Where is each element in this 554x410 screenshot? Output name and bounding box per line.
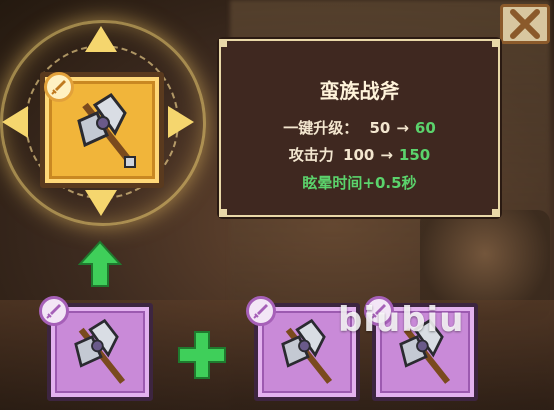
panel-corner (219, 209, 227, 217)
glow-arrow-down-icon (85, 190, 117, 216)
panel-corner (219, 39, 227, 47)
upgrade-arrow-icon (78, 240, 122, 287)
plus-icon (178, 331, 226, 379)
sword-icon (253, 304, 268, 319)
glow-arrow-up-icon (85, 26, 117, 52)
weapon-type-badge (44, 72, 74, 102)
panel-corner (492, 39, 500, 47)
panel-corner (492, 209, 500, 217)
level-from: 50 (369, 119, 391, 137)
close-button[interactable] (500, 4, 550, 44)
battle-axe-icon (77, 93, 136, 168)
close-icon (510, 9, 540, 39)
glow-arrow-left-icon (2, 106, 28, 138)
glow-arrow-right-icon (168, 106, 194, 138)
battle-axe-icon (281, 318, 333, 384)
stun-effect-text: 眩晕时间+0.5秒 (302, 174, 417, 192)
weapon-type-badge (246, 296, 276, 326)
weapon-type-badge (39, 296, 69, 326)
item-name: 蛮族战斧 (319, 79, 400, 103)
item-info-panel: 蛮族战斧 一键升级： 50 → 60 攻击力 100 → 150 眩晕时间+0.5秒 (219, 39, 500, 217)
sword-icon (51, 80, 66, 95)
attack-row: 攻击力 100 → 150 (221, 144, 498, 165)
attack-label: 攻击力 (288, 146, 334, 164)
battle-axe-icon (74, 318, 126, 384)
level-to: 60 (414, 119, 436, 137)
sword-icon (46, 304, 61, 319)
upgrade-level-row: 一键升级： 50 → 60 (221, 117, 498, 138)
attack-from: 100 (343, 146, 375, 164)
upgrade-level-label: 一键升级： (283, 119, 359, 137)
arrow-right-icon: → (380, 146, 393, 164)
arrow-right-icon: → (396, 119, 409, 137)
attack-to: 150 (398, 146, 431, 164)
watermark: biubiu (338, 300, 465, 340)
